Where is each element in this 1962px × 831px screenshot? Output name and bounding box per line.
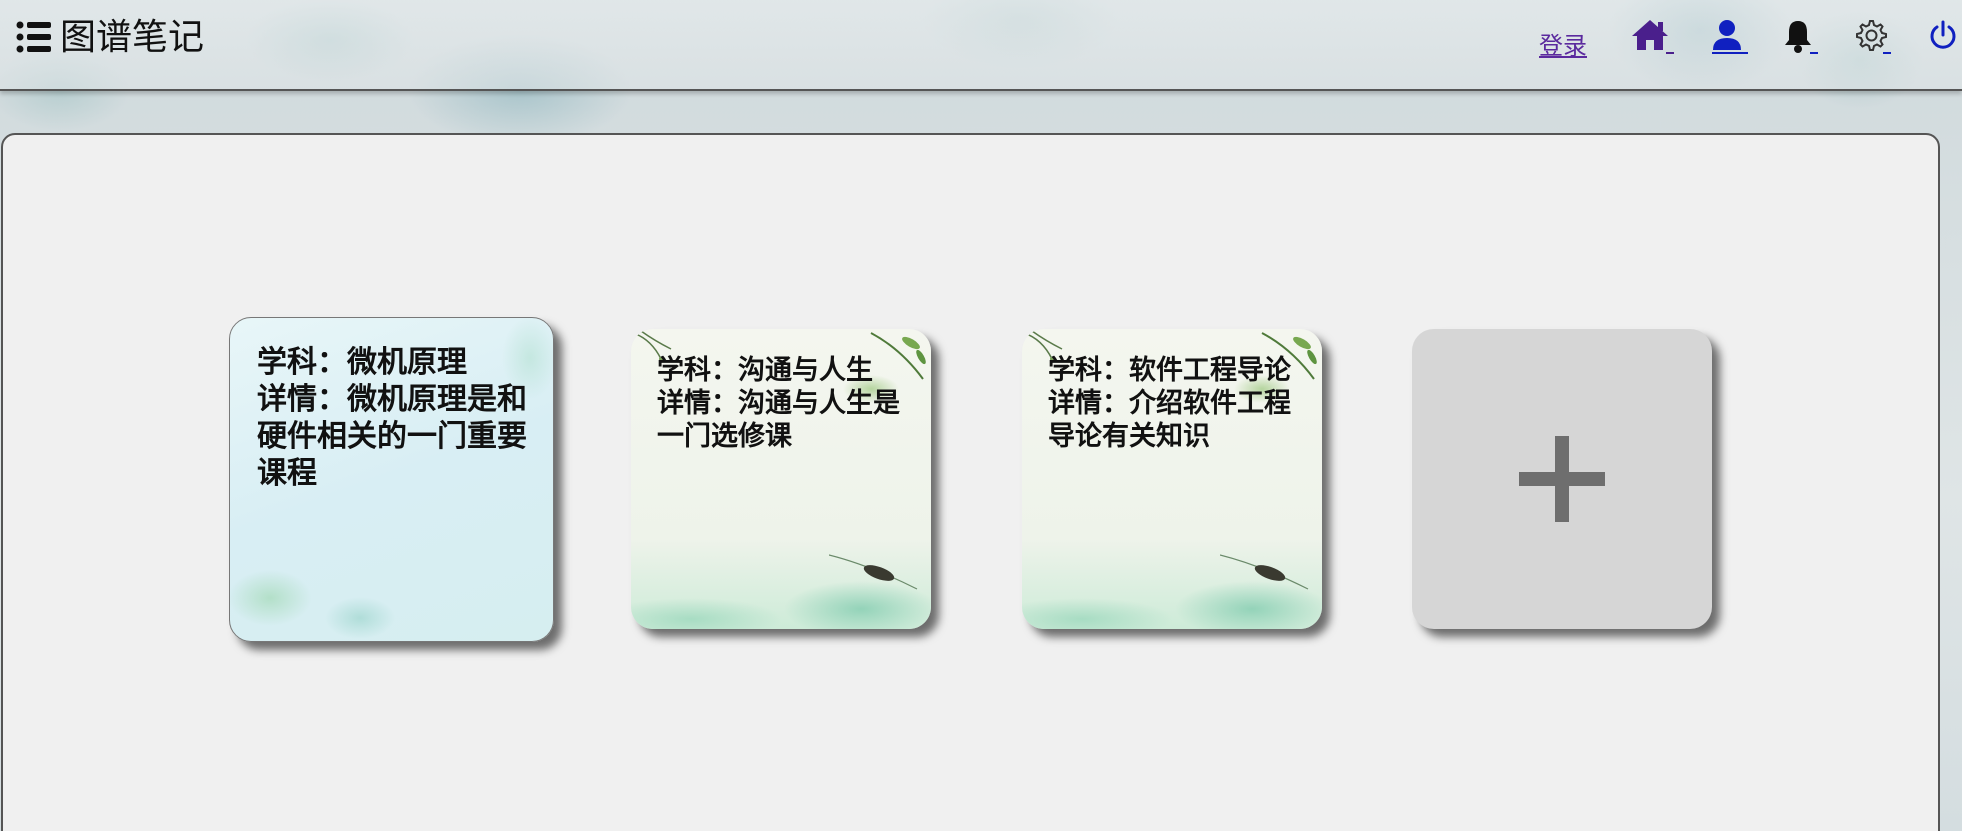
home-icon[interactable] [1630, 18, 1674, 58]
card-text: 学科：软件工程导论 详情：介绍软件工程导论有关知识 [1048, 355, 1291, 452]
add-card-button[interactable] [1412, 329, 1712, 629]
card-text: 学科：微机原理 详情：微机原理是和硬件相关的一门重要课程 [257, 345, 527, 491]
list-icon[interactable] [16, 20, 52, 54]
brand: 图谱笔记 [0, 8, 240, 68]
power-icon[interactable] [1928, 18, 1962, 58]
user-icon[interactable] [1710, 18, 1754, 58]
app-title: 图谱笔记 [60, 17, 205, 58]
plus-icon [1519, 436, 1605, 522]
subject-card[interactable]: 学科：微机原理 详情：微机原理是和硬件相关的一门重要课程 [229, 317, 554, 642]
subject-card[interactable]: 学科：沟通与人生 详情：沟通与人生是一门选修课 [631, 329, 931, 629]
gear-icon[interactable] [1853, 18, 1897, 58]
card-text: 学科：沟通与人生 详情：沟通与人生是一门选修课 [657, 355, 900, 452]
grasshopper-decoration [1220, 554, 1309, 590]
subject-card[interactable]: 学科：软件工程导论 详情：介绍软件工程导论有关知识 [1022, 329, 1322, 629]
bell-icon[interactable] [1780, 18, 1824, 58]
top-navigation-bar: 图谱笔记 登录 [0, 0, 1962, 91]
grasshopper-decoration [829, 554, 918, 590]
login-link[interactable]: 登录 [1539, 26, 1587, 61]
